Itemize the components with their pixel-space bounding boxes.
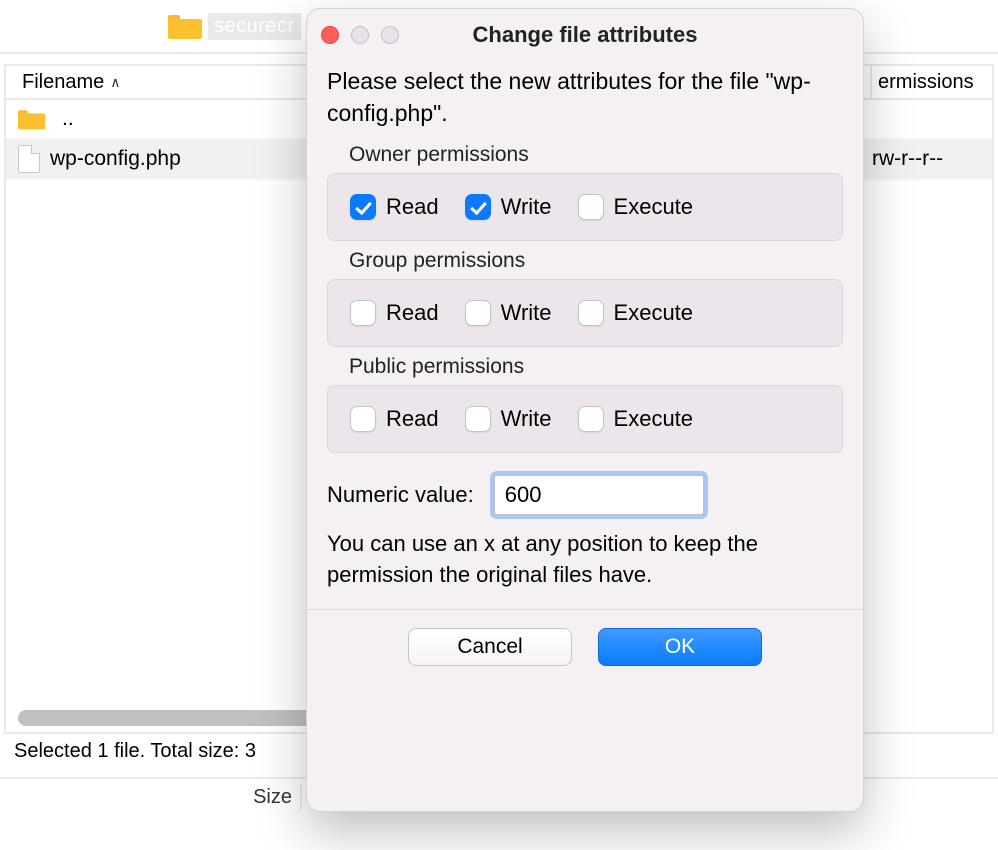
public-execute-checkbox[interactable]: Execute — [578, 406, 694, 432]
checkbox-label: Execute — [614, 194, 694, 220]
checkbox-checked-icon — [350, 194, 376, 220]
dialog-button-row: Cancel OK — [327, 610, 843, 684]
checkbox-unchecked-icon — [578, 406, 604, 432]
numeric-value-row: Numeric value: — [327, 475, 843, 515]
public-write-checkbox[interactable]: Write — [465, 406, 552, 432]
checkbox-label: Read — [386, 406, 439, 432]
cancel-button[interactable]: Cancel — [408, 628, 572, 666]
file-permissions: rw-r--r-- — [872, 147, 992, 171]
checkbox-checked-icon — [465, 194, 491, 220]
group-permissions-label: Group permissions — [327, 241, 843, 279]
numeric-value-input[interactable] — [494, 475, 704, 515]
checkbox-unchecked-icon — [578, 300, 604, 326]
queue-col-size[interactable]: Size — [240, 784, 302, 810]
folder-icon — [18, 109, 45, 130]
owner-write-checkbox[interactable]: Write — [465, 194, 552, 220]
traffic-lights — [321, 26, 399, 44]
group-execute-checkbox[interactable]: Execute — [578, 300, 694, 326]
checkbox-label: Read — [386, 300, 439, 326]
checkbox-unchecked-icon — [350, 406, 376, 432]
dialog-body: Please select the new attributes for the… — [307, 61, 863, 811]
folder-icon — [168, 13, 202, 39]
checkbox-label: Read — [386, 194, 439, 220]
numeric-hint: You can use an x at any position to keep… — [327, 529, 843, 591]
change-attributes-dialog: Change file attributes Please select the… — [306, 8, 864, 812]
checkbox-label: Execute — [614, 300, 694, 326]
checkbox-label: Write — [501, 300, 552, 326]
dialog-titlebar[interactable]: Change file attributes — [307, 9, 863, 61]
owner-permissions-box: Read Write Execute — [327, 173, 843, 241]
dialog-instructions: Please select the new attributes for the… — [327, 65, 843, 129]
checkbox-unchecked-icon — [578, 194, 604, 220]
numeric-value-label: Numeric value: — [327, 482, 474, 508]
file-icon — [18, 145, 40, 173]
column-header-filename-label: Filename — [22, 71, 104, 94]
ok-button[interactable]: OK — [598, 628, 762, 666]
close-icon[interactable] — [321, 26, 339, 44]
column-header-permissions[interactable]: ermissions — [872, 71, 992, 94]
owner-permissions-label: Owner permissions — [327, 135, 843, 173]
public-read-checkbox[interactable]: Read — [350, 406, 439, 432]
checkbox-label: Write — [501, 194, 552, 220]
checkbox-label: Write — [501, 406, 552, 432]
sort-ascending-icon: ∧ — [110, 74, 120, 91]
checkbox-unchecked-icon — [465, 300, 491, 326]
owner-execute-checkbox[interactable]: Execute — [578, 194, 694, 220]
group-read-checkbox[interactable]: Read — [350, 300, 439, 326]
public-permissions-label: Public permissions — [327, 347, 843, 385]
checkbox-unchecked-icon — [350, 300, 376, 326]
checkbox-label: Execute — [614, 406, 694, 432]
path-folder-name: securecr — [208, 13, 301, 40]
group-write-checkbox[interactable]: Write — [465, 300, 552, 326]
owner-read-checkbox[interactable]: Read — [350, 194, 439, 220]
public-permissions-box: Read Write Execute — [327, 385, 843, 453]
checkbox-unchecked-icon — [465, 406, 491, 432]
group-permissions-box: Read Write Execute — [327, 279, 843, 347]
minimize-icon — [351, 26, 369, 44]
maximize-icon — [381, 26, 399, 44]
